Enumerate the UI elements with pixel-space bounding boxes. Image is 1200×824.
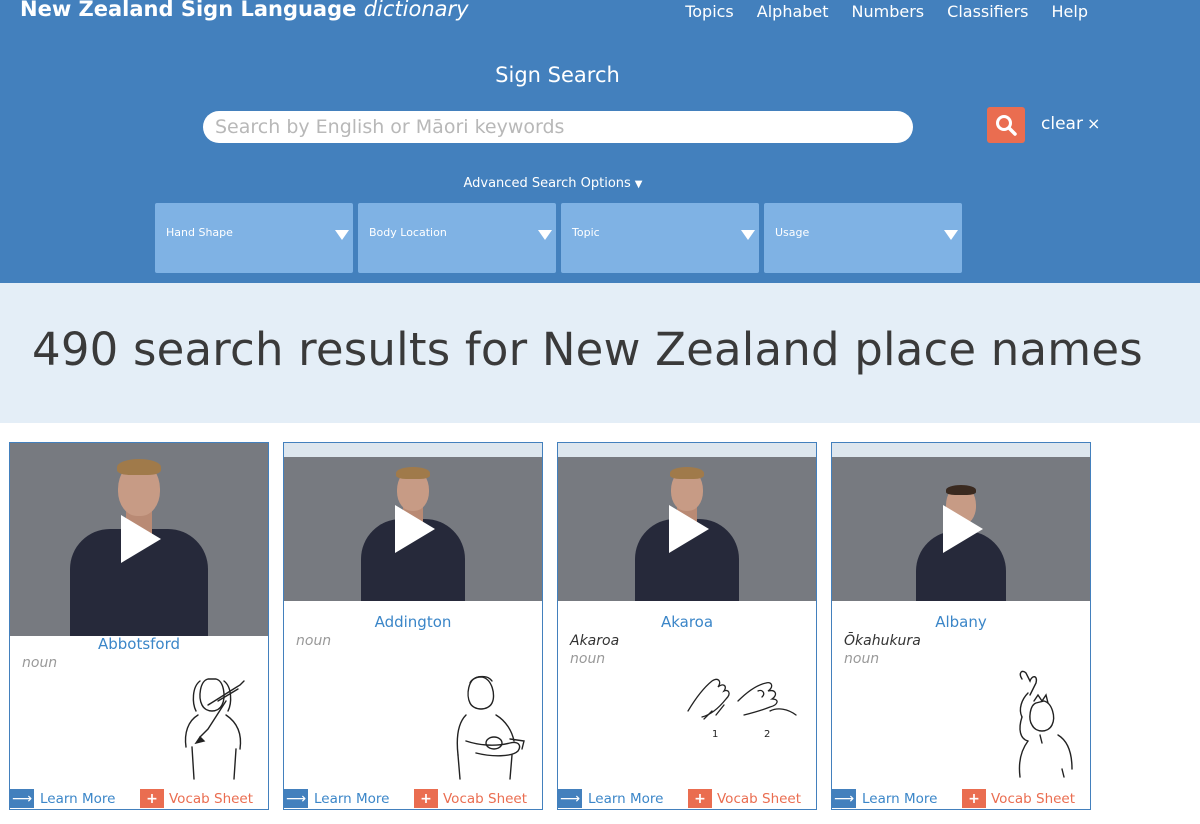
filter-label: Topic [572,226,600,239]
sign-word[interactable]: Abbotsford [10,635,268,653]
sign-word[interactable]: Albany [832,613,1090,631]
sign-illustration [456,675,525,780]
step-number: 1 [712,729,718,740]
play-icon [395,505,435,553]
learn-more-link[interactable]: ⟶ Learn More [832,789,938,808]
play-icon [121,515,161,563]
vocab-sheet-button[interactable]: + Vocab Sheet [414,789,527,808]
main-nav: Topics Alphabet Numbers Classifiers Help [685,2,1088,21]
caret-down-icon [538,230,552,240]
plus-icon: + [140,789,164,808]
filter-hand-shape[interactable]: Hand Shape [155,203,353,273]
search-input[interactable] [203,111,913,143]
caret-down-icon [944,230,958,240]
result-card-addington: Addington noun ⟶ Learn More + Vocab Shee… [283,442,543,810]
arrow-right-icon: ⟶ [10,789,34,808]
search-header: New Zealand Sign Language dictionary Top… [0,0,1200,283]
nav-classifiers[interactable]: Classifiers [947,2,1028,21]
result-card-akaroa: Akaroa Akaroa noun 1 2 ⟶ Learn More + Vo… [557,442,817,810]
part-of-speech: noun [296,633,332,649]
site-logo[interactable]: New Zealand Sign Language dictionary [20,0,469,21]
caret-down-icon: ▼ [634,179,643,190]
caret-down-icon [335,230,349,240]
sign-illustration: 1 2 [687,678,797,740]
vocab-sheet-label: Vocab Sheet [717,790,802,807]
search-title: Sign Search [495,63,620,87]
nav-numbers[interactable]: Numbers [852,2,925,21]
learn-more-link[interactable]: ⟶ Learn More [558,789,664,808]
vocab-sheet-label: Vocab Sheet [169,790,254,807]
sign-video[interactable] [832,457,1090,601]
filter-topic[interactable]: Topic [561,203,759,273]
result-card-albany: Albany Ōkahukura noun ⟶ Learn More + Voc… [831,442,1091,810]
filter-body-location[interactable]: Body Location [358,203,556,273]
close-icon: × [1086,114,1101,133]
learn-more-label: Learn More [588,790,664,807]
maori-word: Ōkahukura [844,633,921,649]
vocab-sheet-button[interactable]: + Vocab Sheet [140,789,253,808]
part-of-speech: noun [844,651,880,667]
play-icon [943,505,983,553]
vocab-sheet-button[interactable]: + Vocab Sheet [688,789,801,808]
learn-more-link[interactable]: ⟶ Learn More [284,789,390,808]
arrow-right-icon: ⟶ [832,789,856,808]
clear-search-button[interactable]: clear × [1041,114,1100,134]
result-card-abbotsford: Abbotsford noun ⟶ Learn More + Vocab She… [9,442,269,810]
part-of-speech: noun [570,651,606,667]
plus-icon: + [414,789,438,808]
card-top-strip [832,443,1090,457]
plus-icon: + [688,789,712,808]
sign-word[interactable]: Akaroa [558,613,816,631]
sign-illustration [1018,670,1073,778]
brand-name: New Zealand Sign Language [20,0,357,21]
arrow-right-icon: ⟶ [284,789,308,808]
vocab-sheet-label: Vocab Sheet [443,790,528,807]
search-icon [996,115,1017,136]
sign-video[interactable] [10,443,268,636]
card-actions: ⟶ Learn More + Vocab Sheet [284,787,542,809]
advanced-search-label: Advanced Search Options [463,176,631,191]
maori-word: Akaroa [570,633,620,649]
part-of-speech: noun [22,655,58,671]
nav-topics[interactable]: Topics [685,2,734,21]
results-header: 490 search results for New Zealand place… [0,283,1200,423]
card-top-strip [558,443,816,457]
search-button[interactable] [987,107,1025,143]
learn-more-label: Learn More [314,790,390,807]
sign-video[interactable] [558,457,816,601]
learn-more-label: Learn More [862,790,938,807]
advanced-search-toggle[interactable]: Advanced Search Options ▼ [0,176,1106,191]
arrow-right-icon: ⟶ [558,789,582,808]
filter-label: Hand Shape [166,226,233,239]
card-actions: ⟶ Learn More + Vocab Sheet [832,787,1090,809]
sign-video[interactable] [284,457,542,601]
card-top-strip [284,443,542,457]
nav-help[interactable]: Help [1052,2,1088,21]
step-number: 2 [764,729,770,740]
sign-word[interactable]: Addington [284,613,542,631]
filter-label: Usage [775,226,810,239]
vocab-sheet-label: Vocab Sheet [991,790,1076,807]
clear-label: clear [1041,114,1083,134]
card-actions: ⟶ Learn More + Vocab Sheet [10,787,268,809]
nav-alphabet[interactable]: Alphabet [757,2,829,21]
filter-label: Body Location [369,226,447,239]
vocab-sheet-button[interactable]: + Vocab Sheet [962,789,1075,808]
filter-usage[interactable]: Usage [764,203,962,273]
play-icon [669,505,709,553]
caret-down-icon [741,230,755,240]
plus-icon: + [962,789,986,808]
card-actions: ⟶ Learn More + Vocab Sheet [558,787,816,809]
brand-subtitle: dictionary [363,0,469,21]
results-count-heading: 490 search results for New Zealand place… [32,323,1143,376]
learn-more-label: Learn More [40,790,116,807]
learn-more-link[interactable]: ⟶ Learn More [10,789,116,808]
sign-illustration [184,678,245,780]
